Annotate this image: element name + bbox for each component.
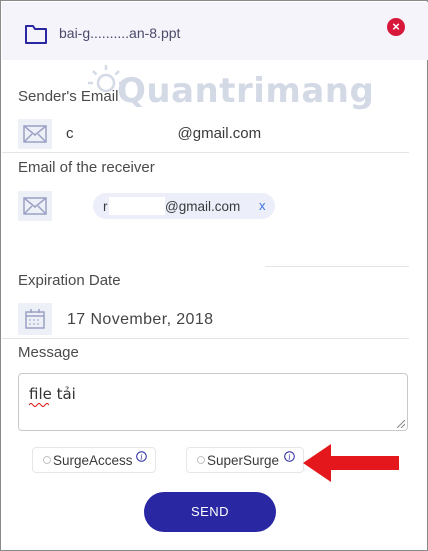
option-label: SuperSurge [207, 453, 280, 468]
receiver-email-icon-box [18, 191, 52, 221]
file-name: bai-g..........an-8.ppt [59, 25, 181, 41]
message-textarea[interactable]: file tải [18, 373, 408, 431]
redacted-text [109, 197, 165, 215]
file-header: bai-g..........an-8.ppt × [2, 2, 428, 60]
envelope-icon [23, 125, 47, 143]
receiver-email-domain: @gmail.com [165, 199, 241, 214]
envelope-icon [23, 197, 47, 215]
send-button[interactable]: SEND [144, 492, 276, 532]
watermark-text: Quantrimang [117, 71, 375, 111]
spellcheck-underline [29, 403, 49, 407]
receiver-email-prefix: r [103, 199, 108, 214]
folder-icon [25, 25, 47, 44]
resize-handle-icon[interactable] [397, 420, 405, 428]
upload-panel: bai-g..........an-8.ppt × Quantrimang Se… [0, 0, 428, 551]
option-super-surge[interactable]: SuperSurge i [186, 447, 304, 473]
sender-email-value: c [66, 125, 74, 142]
message-value: file tải [29, 385, 76, 403]
expiration-date-field[interactable]: 17 November, 2018 [67, 311, 213, 329]
info-glyph: i [140, 452, 143, 461]
sender-email-label: Sender's Email [18, 88, 119, 105]
sender-email-icon-box [18, 119, 52, 149]
info-icon[interactable]: i [136, 451, 147, 462]
radio-button[interactable] [197, 456, 205, 464]
divider [2, 152, 409, 153]
close-icon: × [392, 19, 400, 34]
option-label: SurgeAccess [53, 453, 133, 468]
watermark: Quantrimang [87, 61, 374, 121]
message-label: Message [18, 344, 79, 361]
info-glyph: i [288, 452, 291, 461]
remove-recipient-button[interactable]: x [259, 198, 266, 213]
expiration-date-label: Expiration Date [18, 272, 121, 289]
calendar-icon [25, 309, 45, 329]
divider [265, 266, 409, 267]
calendar-icon-box [18, 303, 52, 335]
sender-email-domain: @gmail.com [177, 125, 262, 142]
info-icon[interactable]: i [284, 451, 295, 462]
receiver-email-chip[interactable]: r @gmail.com x [93, 193, 275, 219]
receiver-email-label: Email of the receiver [18, 159, 155, 176]
divider [2, 338, 409, 339]
sender-email-field[interactable]: c @gmail.com [66, 125, 261, 142]
close-button[interactable]: × [387, 18, 405, 36]
option-surge-access[interactable]: SurgeAccess i [32, 447, 156, 473]
radio-button[interactable] [43, 456, 51, 464]
red-arrow-annotation [303, 444, 399, 482]
